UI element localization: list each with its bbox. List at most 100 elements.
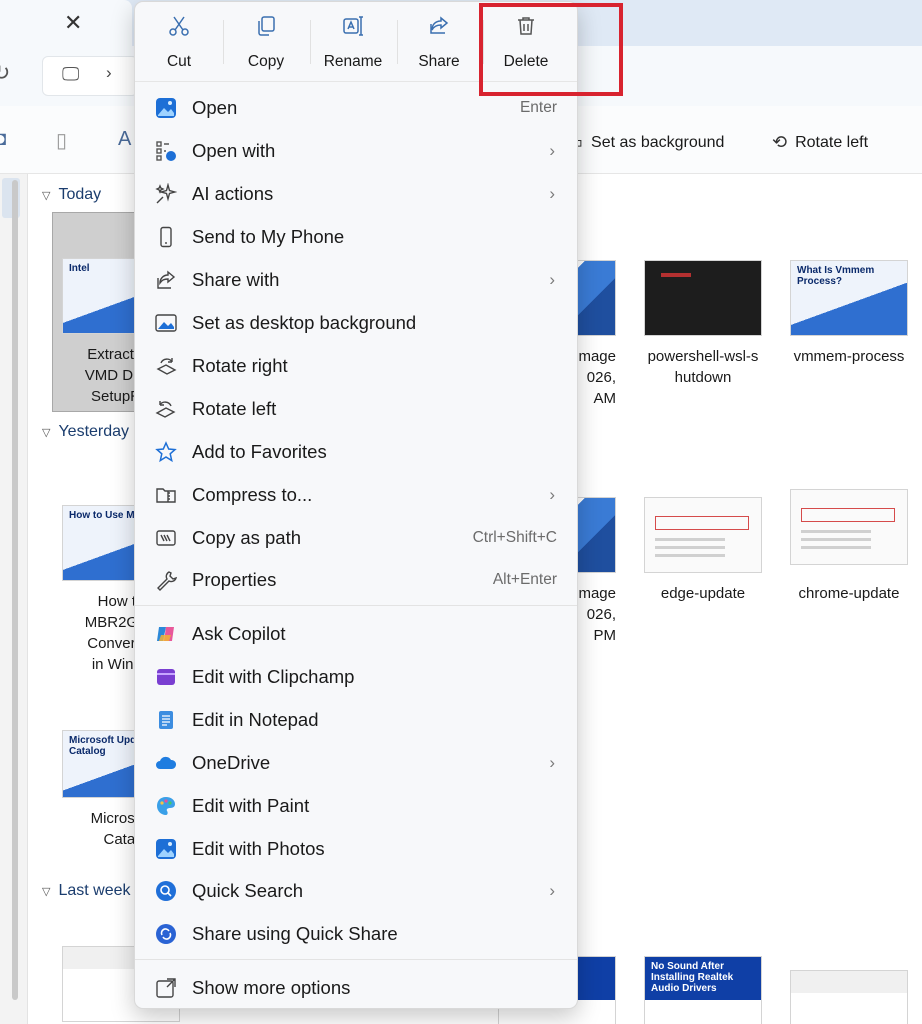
share-button[interactable]: Share bbox=[400, 14, 478, 72]
menu-item-send-to-phone[interactable]: Send to My Phone bbox=[135, 215, 577, 258]
menu-item-show-more-options[interactable]: Show more options bbox=[135, 966, 577, 1008]
edit-in-notepad-label: Edit in Notepad bbox=[192, 708, 319, 730]
separator bbox=[397, 20, 398, 64]
scissors-icon bbox=[167, 14, 191, 43]
onedrive-label: OneDrive bbox=[192, 751, 271, 773]
file-name-line: hutdown bbox=[674, 369, 732, 386]
menu-item-set-desktop-background[interactable]: Set as desktop background bbox=[135, 301, 577, 344]
menu-item-copy-as-path[interactable]: Copy as path Ctrl+Shift+C bbox=[135, 516, 577, 559]
show-more-icon bbox=[155, 977, 177, 999]
photos-icon bbox=[155, 838, 177, 860]
group-today[interactable]: ▽ Today bbox=[42, 186, 101, 204]
menu-item-rotate-right[interactable]: Rotate right bbox=[135, 344, 577, 387]
file-tile[interactable]: No Sound After Installing Realtek Audio … bbox=[644, 956, 762, 1024]
menu-divider bbox=[135, 959, 577, 960]
file-tile[interactable]: powershell-wsl-s hutdown bbox=[644, 260, 762, 388]
phone-icon bbox=[155, 226, 177, 248]
menu-item-edit-with-paint[interactable]: Edit with Paint bbox=[135, 784, 577, 827]
file-tile[interactable]: edge-update bbox=[644, 497, 762, 604]
menu-item-properties[interactable]: Properties Alt+Enter bbox=[135, 558, 577, 601]
cut-button[interactable]: Cut bbox=[140, 14, 218, 72]
paste-icon[interactable]: ▯ bbox=[56, 128, 67, 153]
wrench-icon bbox=[155, 569, 178, 591]
ask-copilot-label: Ask Copilot bbox=[192, 622, 286, 644]
chevron-right-icon[interactable]: › bbox=[106, 63, 112, 83]
chevron-right-icon: › bbox=[549, 484, 555, 504]
share-with-icon bbox=[155, 269, 177, 291]
file-thumbnail: No Sound After Installing Realtek Audio … bbox=[644, 956, 762, 1024]
quick-share-label: Share using Quick Share bbox=[192, 922, 398, 944]
rename-icon bbox=[341, 14, 365, 43]
menu-item-edit-in-notepad[interactable]: Edit in Notepad bbox=[135, 698, 577, 741]
context-menu: Cut Copy Rename Share Delete Open Enter … bbox=[134, 1, 578, 1009]
rotate-right-icon bbox=[155, 355, 177, 377]
address-box[interactable] bbox=[42, 56, 138, 96]
open-shortcut: Enter bbox=[519, 98, 557, 116]
menu-item-add-to-favorites[interactable]: Add to Favorites bbox=[135, 430, 577, 473]
file-name: vmmem-process bbox=[793, 348, 905, 365]
rename-bar-icon[interactable]: A bbox=[118, 128, 131, 151]
file-tile[interactable] bbox=[790, 970, 908, 1024]
file-thumbnail bbox=[644, 497, 762, 573]
chevron-right-icon: › bbox=[549, 752, 555, 772]
ai-actions-label: AI actions bbox=[192, 182, 274, 204]
share-with-label: Share with bbox=[192, 268, 280, 290]
file-tile[interactable]: chrome-update bbox=[790, 489, 908, 604]
zip-icon bbox=[155, 484, 177, 506]
menu-item-share-with[interactable]: Share with › bbox=[135, 258, 577, 301]
menu-item-quick-share[interactable]: Share using Quick Share bbox=[135, 912, 577, 955]
menu-item-ask-copilot[interactable]: Ask Copilot bbox=[135, 612, 577, 655]
rotate-left-button[interactable]: ⟲ Rotate left bbox=[772, 132, 868, 153]
thumbnail-text: No Sound After Installing Realtek Audio … bbox=[651, 961, 734, 994]
compress-to-label: Compress to... bbox=[192, 483, 313, 505]
navigation-pane[interactable] bbox=[0, 174, 28, 1024]
new-icon[interactable]: ◘ bbox=[0, 128, 6, 151]
chevron-right-icon: › bbox=[549, 880, 555, 900]
chevron-down-icon: ▽ bbox=[42, 426, 51, 439]
file-name: chrome-update bbox=[798, 585, 900, 602]
group-today-label: Today bbox=[58, 186, 102, 203]
rename-button[interactable]: Rename bbox=[314, 14, 392, 72]
separator bbox=[223, 20, 224, 64]
group-last-week-label: Last week bbox=[58, 882, 131, 899]
set-as-background-button[interactable]: ▭ Set as background bbox=[566, 132, 724, 153]
file-name-line: powershell-wsl-s bbox=[647, 348, 759, 365]
photos-icon bbox=[155, 97, 177, 119]
file-name: powershell-wsl-s hutdown bbox=[644, 346, 762, 388]
set-as-background-label: Set as background bbox=[591, 133, 725, 151]
properties-shortcut: Alt+Enter bbox=[492, 570, 557, 588]
rotate-left-icon bbox=[155, 398, 177, 420]
separator bbox=[310, 20, 311, 64]
properties-label: Properties bbox=[192, 568, 277, 590]
menu-item-ai-actions[interactable]: AI actions › bbox=[135, 172, 577, 215]
chevron-right-icon: › bbox=[549, 269, 555, 289]
chevron-right-icon: › bbox=[549, 183, 555, 203]
chevron-down-icon: ▽ bbox=[42, 885, 51, 898]
explorer-tab[interactable]: ✕ bbox=[0, 0, 132, 46]
group-yesterday-label: Yesterday bbox=[58, 423, 130, 440]
copy-label: Copy bbox=[247, 53, 285, 70]
chevron-right-icon: › bbox=[549, 140, 555, 160]
copy-button[interactable]: Copy bbox=[227, 14, 305, 72]
file-thumbnail bbox=[644, 260, 762, 336]
file-tile[interactable]: What Is Vmmem Process? vmmem-process bbox=[790, 260, 908, 367]
menu-item-open-with[interactable]: Open with › bbox=[135, 129, 577, 172]
menu-item-edit-with-photos[interactable]: Edit with Photos bbox=[135, 827, 577, 870]
desktop-background-icon bbox=[155, 312, 177, 334]
close-tab-icon[interactable]: ✕ bbox=[64, 10, 82, 36]
group-yesterday[interactable]: ▽ Yesterday bbox=[42, 423, 129, 441]
set-desktop-background-label: Set as desktop background bbox=[192, 311, 417, 333]
menu-item-onedrive[interactable]: OneDrive › bbox=[135, 741, 577, 784]
menu-item-rotate-left[interactable]: Rotate left bbox=[135, 387, 577, 430]
copy-as-path-label: Copy as path bbox=[192, 526, 302, 548]
rotate-left-bar-icon: ⟲ bbox=[772, 132, 788, 152]
open-with-icon bbox=[155, 140, 177, 162]
add-to-favorites-label: Add to Favorites bbox=[192, 440, 327, 462]
refresh-icon[interactable]: ↻ bbox=[0, 60, 10, 86]
scrollbar[interactable] bbox=[12, 180, 18, 1000]
menu-item-quick-search[interactable]: Quick Search › bbox=[135, 869, 577, 912]
group-last-week[interactable]: ▽ Last week bbox=[42, 882, 131, 900]
menu-item-compress-to[interactable]: Compress to... › bbox=[135, 473, 577, 516]
menu-item-edit-with-clipchamp[interactable]: Edit with Clipchamp bbox=[135, 655, 577, 698]
onedrive-icon bbox=[155, 752, 177, 774]
